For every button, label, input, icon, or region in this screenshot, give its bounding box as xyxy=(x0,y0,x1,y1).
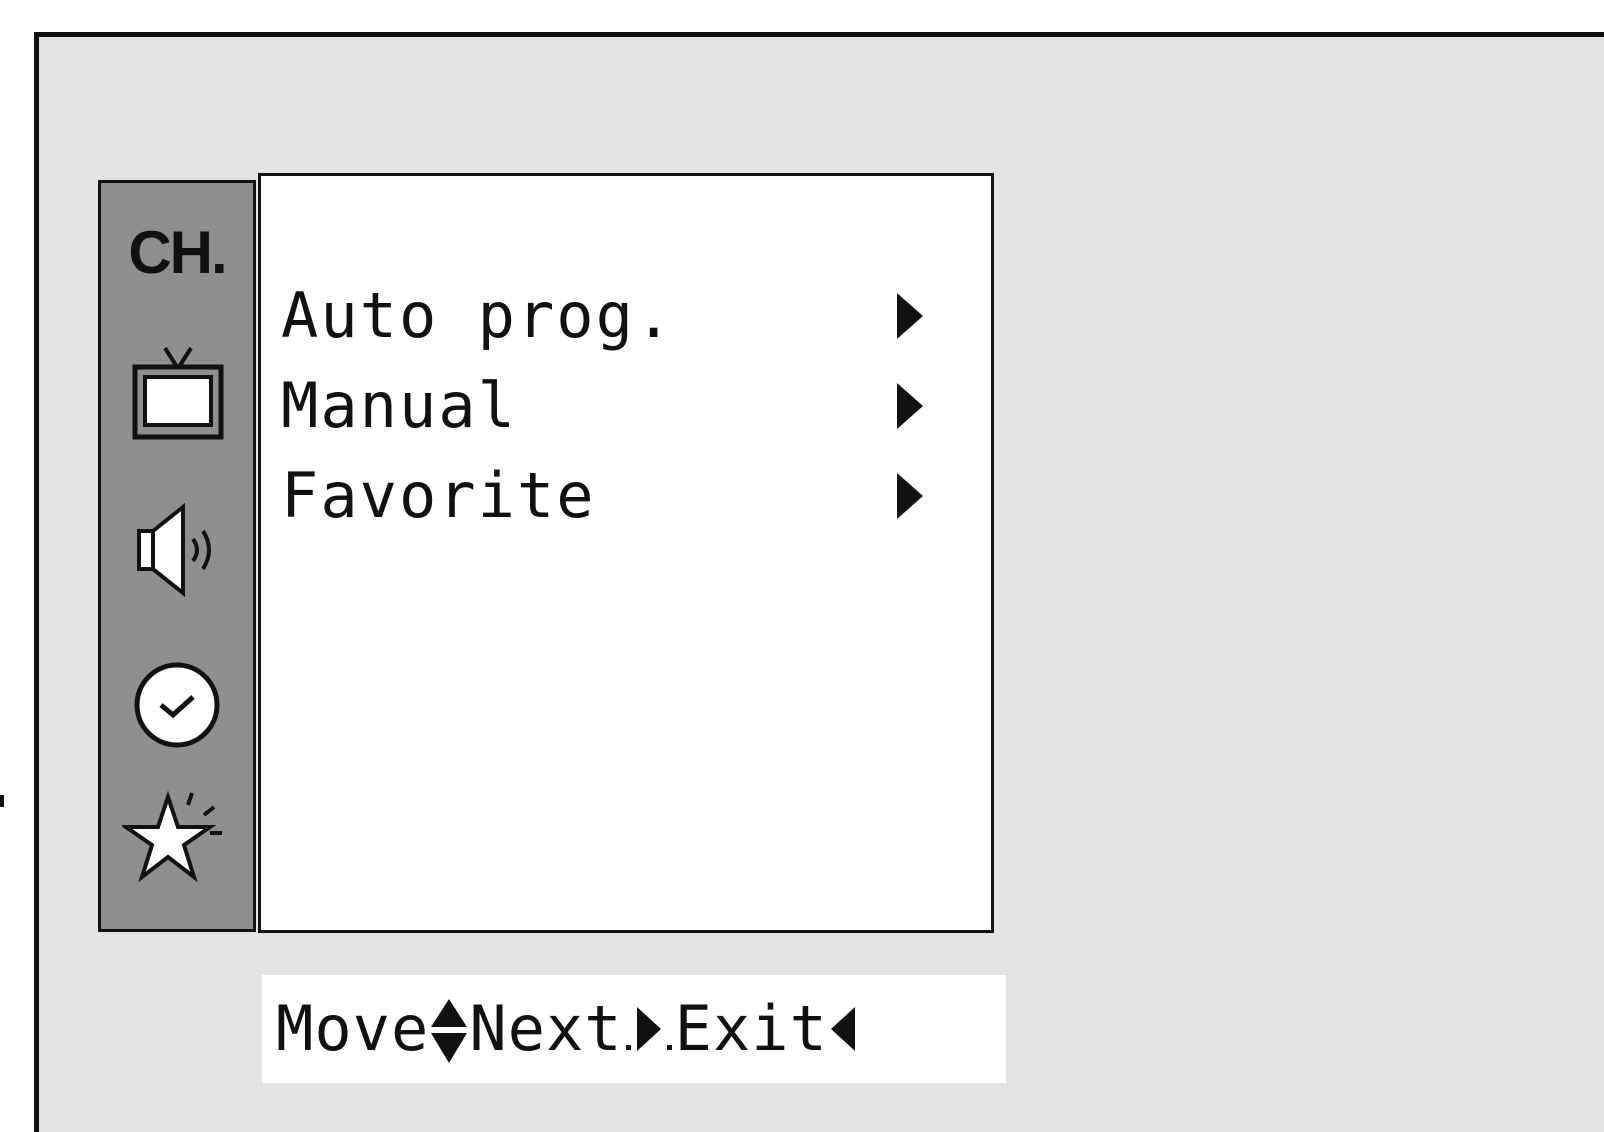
menu-item-label: Auto prog. xyxy=(281,279,675,352)
up-down-arrow-icon xyxy=(431,999,468,1063)
speaker-icon xyxy=(137,502,211,598)
menu-item-auto-prog[interactable]: Auto prog. xyxy=(281,276,961,356)
sidebar-item-special[interactable] xyxy=(101,783,253,893)
arrow-right-icon xyxy=(897,473,923,519)
menu-item-manual[interactable]: Manual xyxy=(281,366,961,446)
arrow-left-icon xyxy=(830,1007,855,1051)
next-hint: Next xyxy=(469,998,674,1060)
exit-label: Exit xyxy=(674,992,828,1065)
menu-item-label: Favorite xyxy=(281,459,596,532)
exit-hint: Exit xyxy=(675,998,858,1060)
sidebar-item-time[interactable] xyxy=(101,655,253,755)
star-icon xyxy=(122,790,222,883)
key-help-bar: Move Next Exit xyxy=(262,975,1006,1083)
channel-submenu-panel: Auto prog. Manual Favorite xyxy=(258,173,994,933)
arrow-right-icon xyxy=(897,383,923,429)
next-label: Next xyxy=(469,992,623,1065)
move-label: Move xyxy=(276,992,430,1065)
sidebar-item-picture[interactable] xyxy=(101,343,253,443)
sidebar-item-sound[interactable] xyxy=(101,501,253,601)
arrow-right-icon xyxy=(897,293,923,339)
arrow-right-icon xyxy=(636,1007,661,1051)
menu-item-label: Manual xyxy=(281,369,517,442)
menu-sidebar: CH. xyxy=(98,180,256,932)
edge-tick-mark xyxy=(0,795,4,807)
sidebar-item-channel[interactable]: CH. xyxy=(101,223,253,283)
separator-dot xyxy=(625,1044,631,1050)
channel-category-label: CH. xyxy=(128,219,227,286)
clock-icon xyxy=(134,662,220,748)
separator-dot xyxy=(666,1044,672,1050)
move-hint: Move xyxy=(276,989,469,1069)
menu-item-favorite[interactable]: Favorite xyxy=(281,456,961,536)
tv-icon xyxy=(132,346,224,440)
